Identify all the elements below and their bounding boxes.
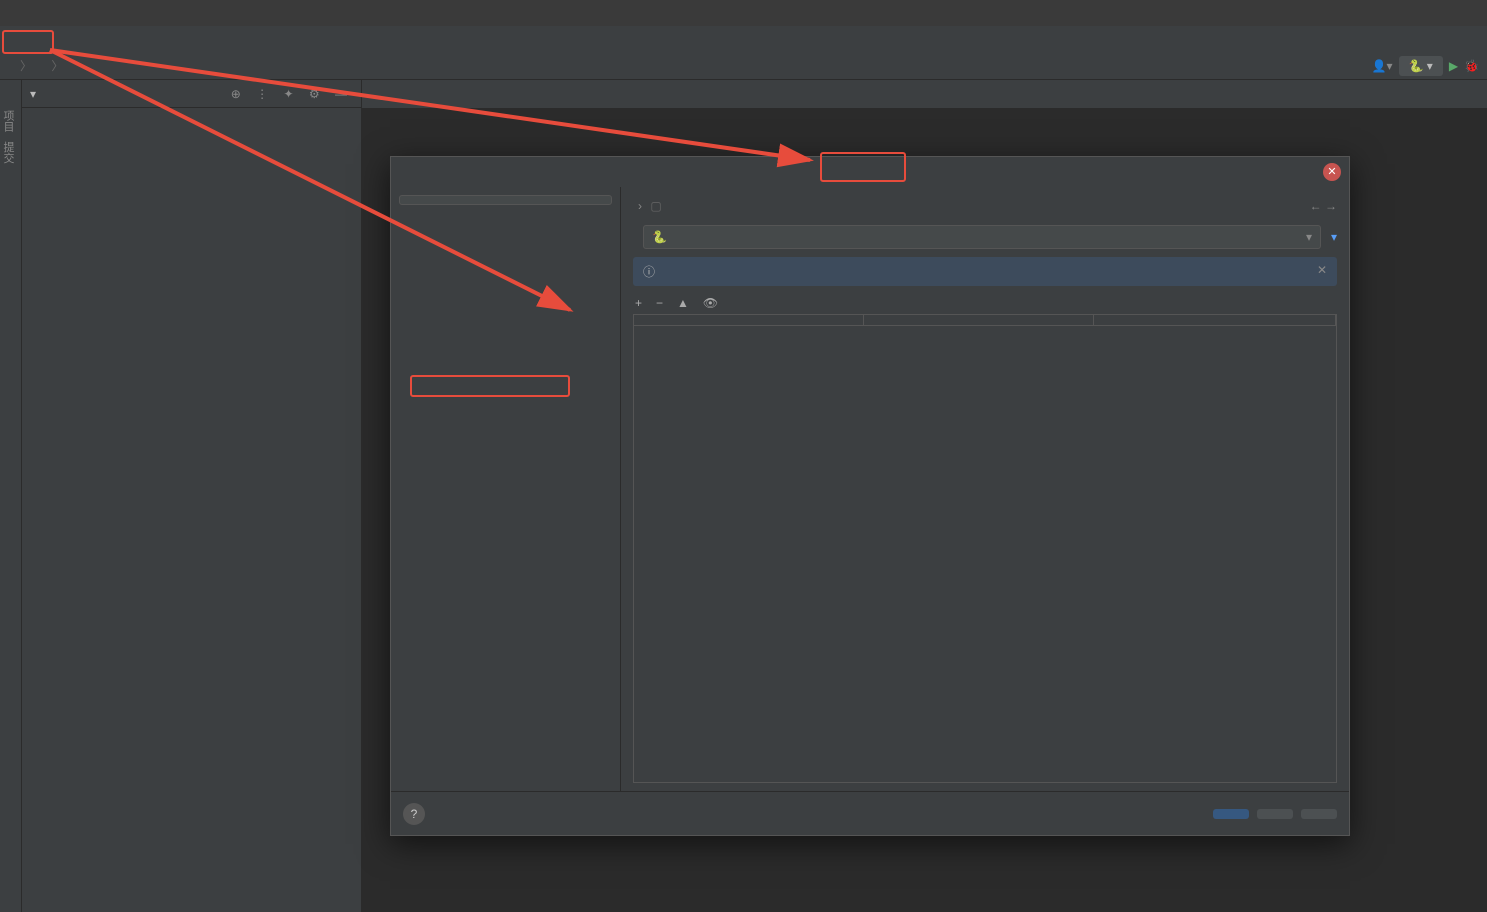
- user-icon[interactable]: 👤▾: [1372, 59, 1393, 73]
- left-gutter: 项目 提交: [0, 80, 22, 912]
- nav-bar: 〉 〉 👤▾ 🐍 ▾ ▶ 🐞: [0, 52, 1487, 80]
- project-panel: ▾ ⊕ ⋮ ✦ ⚙ —: [22, 80, 362, 912]
- upgrade-package-icon[interactable]: ▲: [677, 296, 689, 310]
- settings-breadcrumb: › ▢: [633, 195, 662, 217]
- help-icon[interactable]: ?: [403, 803, 425, 825]
- run-config-area: 👤▾ 🐍 ▾ ▶ 🐞: [1372, 56, 1479, 76]
- show-early-icon[interactable]: 👁: [703, 296, 718, 310]
- info-banner: ⓘ ✕: [633, 257, 1337, 286]
- run-icon[interactable]: ▶: [1449, 59, 1458, 73]
- cancel-button[interactable]: [1257, 809, 1293, 819]
- menu-bar: [0, 26, 1487, 52]
- settings-search-input[interactable]: [399, 195, 612, 205]
- package-toolbar: + − ▲ 👁: [633, 292, 1337, 314]
- dialog-title-bar: ✕: [391, 157, 1349, 187]
- remove-package-icon[interactable]: −: [656, 296, 663, 310]
- ok-button[interactable]: [1213, 809, 1249, 819]
- settings-sidebar: [391, 187, 621, 791]
- package-table[interactable]: [633, 314, 1337, 783]
- add-interpreter-link[interactable]: ▾: [1331, 230, 1337, 244]
- nav-arrows[interactable]: ← →: [1310, 199, 1337, 213]
- close-banner-icon[interactable]: ✕: [1317, 263, 1327, 277]
- breadcrumb-file[interactable]: [67, 59, 75, 73]
- settings-content: › ▢ ← → 🐍 ▾ ▾ ⓘ ✕ + −: [621, 187, 1349, 791]
- breadcrumb-project[interactable]: [8, 59, 16, 73]
- settings-dialog: ✕ › ▢ ← → 🐍 ▾ ▾: [390, 156, 1350, 836]
- dialog-footer: ?: [391, 791, 1349, 835]
- close-icon[interactable]: ✕: [1323, 163, 1341, 181]
- run-config-dropdown[interactable]: 🐍 ▾: [1399, 56, 1443, 76]
- debug-icon[interactable]: 🐞: [1464, 59, 1479, 73]
- pkg-table-header: [634, 315, 1336, 326]
- breadcrumb: 〉 〉: [8, 57, 75, 74]
- apply-button[interactable]: [1301, 809, 1337, 819]
- window-title: [0, 0, 1487, 26]
- panel-tools[interactable]: ⊕ ⋮ ✦ ⚙ —: [231, 87, 353, 101]
- add-package-icon[interactable]: +: [635, 296, 642, 310]
- interpreter-select[interactable]: 🐍 ▾: [643, 225, 1321, 249]
